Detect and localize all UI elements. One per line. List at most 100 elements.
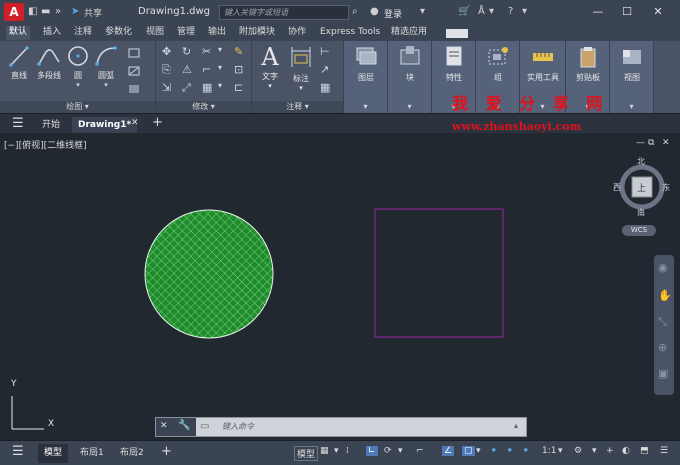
dropdown-icon[interactable]: ▾ xyxy=(388,101,431,113)
pan-icon[interactable]: ✋ xyxy=(658,289,672,302)
drawing-canvas[interactable]: [−][俯视][二维线框] 我 爱 分 享 网 www.zhanshaoyi.c… xyxy=(0,94,680,438)
trim-icon[interactable]: ✂ xyxy=(202,45,211,58)
dropdown-icon[interactable]: ▾ xyxy=(344,101,387,113)
rectangle-icon[interactable] xyxy=(127,47,141,59)
viewcube-west[interactable]: 西 xyxy=(613,182,621,193)
dropdown-icon[interactable]: ▾ xyxy=(66,81,90,89)
layout1-tab[interactable]: 布局1 xyxy=(74,444,110,463)
layout-menu-icon[interactable]: ☰ xyxy=(12,444,24,459)
modify-panel-footer[interactable]: 修改 ▾ xyxy=(156,101,251,113)
search-icon[interactable]: ⌕ xyxy=(352,6,358,17)
arc-tool[interactable]: 圆弧 ▾ xyxy=(94,44,118,89)
mleader-icon[interactable]: ↗ xyxy=(320,63,329,76)
search-input[interactable]: 键入关键字或短语 xyxy=(219,5,349,20)
dropdown-icon[interactable]: ▾ xyxy=(288,84,314,92)
dimension-tool[interactable]: 标注 ▾ xyxy=(288,43,314,92)
tab-insert[interactable]: 插入 xyxy=(40,26,64,40)
workspace-gear-icon[interactable]: ⚙ xyxy=(574,446,582,456)
customize-icon[interactable]: 🔧 xyxy=(178,420,190,431)
polyline-tool[interactable]: 多段线 xyxy=(34,44,64,81)
properties-tool[interactable]: 特性 xyxy=(438,44,470,83)
quick-access-icon[interactable]: ◧ xyxy=(28,6,37,17)
viewcube-south[interactable]: 南 xyxy=(637,207,645,218)
minimize-button[interactable]: — xyxy=(588,5,608,18)
utilities-tool[interactable]: 实用工具 xyxy=(522,44,564,83)
tab-collaborate[interactable]: 协作 xyxy=(285,26,309,40)
viewcube-north[interactable]: 北 xyxy=(637,156,645,167)
layout2-tab[interactable]: 布局2 xyxy=(114,444,150,463)
orbit-icon[interactable]: ⊕ xyxy=(658,341,667,354)
tab-featured-apps[interactable]: 精选应用 xyxy=(388,26,430,40)
mirror-icon[interactable]: ⚠ xyxy=(182,63,192,76)
dropdown-icon[interactable]: ▾ xyxy=(218,63,222,72)
tab-annotate[interactable]: 注释 xyxy=(71,26,95,40)
rotate-icon[interactable]: ↻ xyxy=(182,45,191,58)
showmotion-icon[interactable]: ▣ xyxy=(658,367,668,380)
osnap-tracking-icon[interactable]: ∠ xyxy=(442,446,455,456)
text-tool[interactable]: A 文字 ▾ xyxy=(256,43,284,90)
isodraft-icon[interactable]: ⌐ xyxy=(416,446,424,456)
dropdown-icon[interactable]: ▾ xyxy=(522,6,527,17)
dropdown-icon[interactable]: ▾ xyxy=(610,101,653,113)
fillet-icon[interactable]: ⌐ xyxy=(202,63,211,76)
close-tab-icon[interactable]: ✕ xyxy=(131,118,139,128)
line-tool[interactable]: 直线 xyxy=(6,44,32,81)
drawing-tab[interactable]: Drawing1* xyxy=(72,117,138,134)
dropdown-icon[interactable]: ▾ xyxy=(94,81,118,89)
user-icon[interactable]: ● xyxy=(370,6,379,17)
dropdown-icon[interactable]: ▾ xyxy=(476,446,481,456)
copy-icon[interactable]: ⎘ xyxy=(162,63,171,77)
viewcube-top-face[interactable]: 上 xyxy=(637,181,646,194)
add-icon[interactable]: + xyxy=(606,446,614,456)
annotation-scale-value[interactable]: 1:1 xyxy=(542,446,556,456)
add-layout-icon[interactable]: + xyxy=(161,444,172,459)
dropdown-icon[interactable]: ▾ xyxy=(334,446,339,456)
customization-icon[interactable]: ☰ xyxy=(660,446,668,456)
dropdown-icon[interactable]: ▾ xyxy=(592,446,597,456)
hatch-icon[interactable] xyxy=(127,65,141,77)
grid-icon[interactable]: ▦ xyxy=(320,446,329,456)
block-tool[interactable]: 块 xyxy=(394,44,426,83)
login-button[interactable]: 登录 xyxy=(384,7,402,20)
clean-screen-icon[interactable]: ⬒ xyxy=(640,446,649,456)
offset-icon[interactable]: ⊏ xyxy=(234,81,243,94)
auto-scale-icon[interactable]: ✦ xyxy=(506,446,514,456)
command-expand-icon[interactable]: ▴ xyxy=(514,421,518,430)
close-button[interactable]: ✕ xyxy=(648,5,668,18)
wcs-menu[interactable]: WCS xyxy=(622,225,656,236)
annotation-visibility-icon[interactable]: ✦ xyxy=(490,446,498,456)
menu-icon[interactable]: ☰ xyxy=(12,116,24,131)
ribbon-toggle-icon[interactable] xyxy=(446,29,468,38)
app-menu-button[interactable]: A xyxy=(4,3,24,21)
draw-panel-footer[interactable]: 绘图 ▾ xyxy=(0,101,155,113)
new-tab-icon[interactable]: + xyxy=(152,115,163,130)
tab-parametric[interactable]: 参数化 xyxy=(102,26,135,40)
layers-tool[interactable]: 图层 xyxy=(350,44,382,83)
array-icon[interactable]: ▦ xyxy=(202,81,212,94)
move-icon[interactable]: ✥ xyxy=(162,45,171,58)
model-tab[interactable]: 模型 xyxy=(38,444,69,463)
layers-panel[interactable]: 图层 ▾ xyxy=(344,41,388,113)
erase-icon[interactable]: ✎ xyxy=(234,45,243,58)
explode-icon[interactable]: ⊡ xyxy=(234,63,243,76)
share-label[interactable]: 共享 xyxy=(84,6,102,19)
cart-icon[interactable]: 🛒 xyxy=(458,6,470,17)
hatched-circle[interactable] xyxy=(144,209,274,339)
annotation-panel-footer[interactable]: 注释 ▾ xyxy=(252,101,343,113)
table-icon[interactable]: ▦ xyxy=(320,81,330,94)
zoom-icon[interactable]: ⤡ xyxy=(658,315,667,329)
ortho-icon[interactable]: ∟ xyxy=(366,446,378,456)
viewcube-east[interactable]: 东 xyxy=(662,182,670,193)
tab-default[interactable]: 默认 xyxy=(6,26,31,40)
scale-icon[interactable]: ⤢ xyxy=(182,81,191,95)
dropdown-icon[interactable]: ▾ xyxy=(256,82,284,90)
dropdown-icon[interactable]: ▾ xyxy=(218,45,222,54)
save-icon[interactable]: ▬ xyxy=(41,6,50,17)
maximize-button[interactable]: ☐ xyxy=(617,5,637,18)
stretch-icon[interactable]: ⇲ xyxy=(162,81,171,94)
more-icon[interactable]: » xyxy=(55,6,61,17)
dropdown-icon[interactable]: ▾ xyxy=(420,6,425,17)
circle-tool[interactable]: 圆 ▾ xyxy=(66,44,90,89)
dropdown-icon[interactable]: ▾ xyxy=(398,446,403,456)
tab-addins[interactable]: 附加模块 xyxy=(236,26,278,40)
